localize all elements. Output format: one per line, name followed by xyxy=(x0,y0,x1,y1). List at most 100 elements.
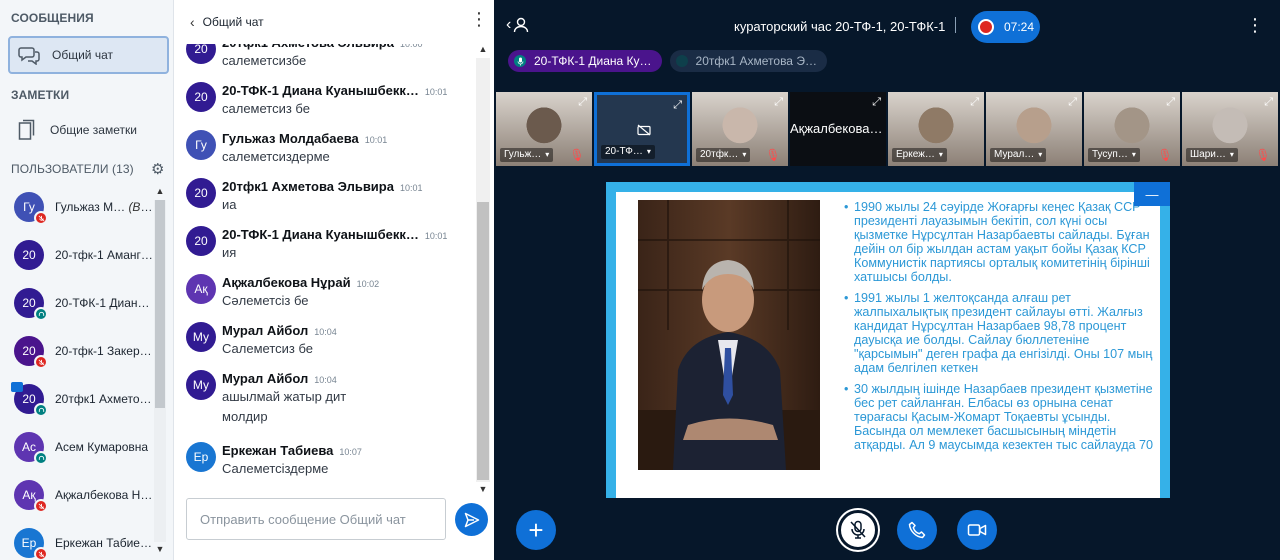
options-kebab-icon[interactable]: ⋮ xyxy=(1246,16,1264,34)
video-tile[interactable]: ⤢ Тусуп… ▾ 🎙 xyxy=(1084,92,1180,166)
recording-indicator[interactable]: 07:24 xyxy=(971,11,1040,43)
user-list-item[interactable]: 20 20-ТФК-1 Диана… xyxy=(14,286,154,321)
mic-icon xyxy=(514,55,526,67)
muted-mic-icon xyxy=(34,547,48,560)
avatar: Му xyxy=(186,322,216,352)
user-list-item[interactable]: Ер Еркежан Табие… xyxy=(14,526,154,560)
avatar: Ақ xyxy=(186,274,216,304)
user-name-text: 20тфк1 Ахметов… xyxy=(55,392,153,406)
chevron-down-icon: ▾ xyxy=(1131,150,1136,159)
message-header: Ақжалбекова Нұрай 10:02 xyxy=(222,274,379,292)
slide-bullet: 1990 жылы 24 сәуірде Жоғарғы кеңес Қазақ… xyxy=(844,200,1156,284)
toggle-userlist-button[interactable]: ‹ xyxy=(506,16,529,34)
scroll-thumb[interactable] xyxy=(155,200,165,408)
unmute-button[interactable] xyxy=(838,510,878,550)
message-text: салеметсиздерме xyxy=(222,149,330,164)
video-tile-name-text: Шари… xyxy=(1190,149,1226,160)
chat-message-input[interactable] xyxy=(186,498,446,540)
talking-indicator: 20-ТФК-1 Диана Ку… 20тфк1 Ахметова Э… xyxy=(508,50,835,72)
message-text: молдир xyxy=(222,409,268,424)
slide-bullet: 1991 жылы 1 желтоқсанда алғаш рет жалпых… xyxy=(844,291,1156,375)
send-message-button[interactable] xyxy=(455,503,488,536)
expand-icon[interactable]: ⤢ xyxy=(1166,96,1175,109)
video-tile[interactable]: ⤢ Шари… ▾ 🎙 xyxy=(1182,92,1278,166)
message-sender: 20-ТФК-1 Диана Куанышбекк… xyxy=(222,227,419,242)
video-tile[interactable]: ⤢ Еркеж… ▾ xyxy=(888,92,984,166)
message-sender: Мурал Айбол xyxy=(222,323,309,338)
kebab-menu-icon[interactable]: ⋮ xyxy=(470,10,488,28)
user-name: Асем Кумаровна xyxy=(55,440,148,454)
muted-mic-icon: 🎙 xyxy=(765,148,781,162)
expand-icon[interactable]: ⤢ xyxy=(578,96,587,109)
talker-dot xyxy=(675,55,688,67)
video-tile-name[interactable]: 20-ТФ… ▾ xyxy=(601,145,655,159)
message-text: Сәлеметсіз бе xyxy=(222,293,309,308)
scroll-up-arrow-icon[interactable]: ▲ xyxy=(153,186,167,196)
avatar: 20 xyxy=(186,82,216,112)
user-name-text: 20-ТФК-1 Диана… xyxy=(55,296,153,310)
video-tile[interactable]: ⤢ Ақжалбекова … xyxy=(790,92,886,166)
video-tile[interactable]: ⤢ Гульж… ▾ 🎙 xyxy=(496,92,592,166)
expand-icon[interactable]: ⤢ xyxy=(970,96,979,109)
scroll-down-arrow-icon[interactable]: ▼ xyxy=(476,484,490,494)
leave-audio-button[interactable] xyxy=(897,510,937,550)
minimize-presentation-button[interactable]: — xyxy=(1134,182,1170,206)
presenter-icon xyxy=(11,382,23,392)
chat-header: ‹ Общий чат ⋮ xyxy=(174,0,494,44)
user-name-text: 20-тфк-1 Закеро… xyxy=(55,344,153,358)
user-list-item[interactable]: Ақ Ақжалбекова Н… xyxy=(14,478,154,513)
message-time: 10:07 xyxy=(339,447,362,457)
talker-indicator[interactable]: 20-ТФК-1 Диана Ку… xyxy=(508,50,662,72)
video-tile[interactable]: ⤢ 20-ТФ… ▾ xyxy=(594,92,690,166)
expand-icon[interactable]: ⤢ xyxy=(1068,96,1077,109)
shared-notes-item[interactable]: Общие заметки xyxy=(8,112,169,148)
chevron-down-icon: ▾ xyxy=(1038,150,1043,159)
user-list-item[interactable]: 20 20-тфк-1 Закеро… xyxy=(14,334,154,369)
message-text: ашылмай жатыр дит xyxy=(222,389,347,404)
scroll-down-arrow-icon[interactable]: ▼ xyxy=(153,544,167,554)
chat-scrollbar[interactable]: ▲ ▼ xyxy=(476,44,490,498)
scroll-thumb[interactable] xyxy=(477,202,489,480)
expand-icon[interactable]: ⤢ xyxy=(872,96,881,109)
chat-title[interactable]: Общий чат xyxy=(203,15,264,29)
video-tile-name[interactable]: Тусуп… ▾ xyxy=(1088,148,1140,162)
video-tile-name-text: 20-ТФ… xyxy=(605,146,643,157)
user-list-item[interactable]: Гу Гульжаз М… (Вы) xyxy=(14,190,154,225)
title-divider xyxy=(955,17,956,33)
plus-icon: + xyxy=(528,515,544,545)
main-area: ‹ кураторский час 20-ТФ-1, 20-ТФК-1 07:2… xyxy=(494,0,1280,560)
video-tile-name[interactable]: Гульж… ▾ xyxy=(500,148,554,162)
scroll-up-arrow-icon[interactable]: ▲ xyxy=(476,44,490,54)
public-chat-item[interactable]: Общий чат xyxy=(8,36,169,74)
fullscreen-icon[interactable]: ⤢ xyxy=(1150,478,1160,493)
share-webcam-button[interactable] xyxy=(957,510,997,550)
video-tile-name: Ақжалбекова … xyxy=(790,121,886,136)
userlist-scrollbar[interactable]: ▲ ▼ xyxy=(153,186,167,556)
user-list-item[interactable]: Ас Асем Кумаровна xyxy=(14,430,154,465)
user-name: 20тфк1 Ахметов… xyxy=(55,392,153,406)
actions-button[interactable]: + xyxy=(516,510,556,550)
message-header: 20-ТФК-1 Диана Куанышбекк… 10:01 xyxy=(222,226,447,244)
video-tile[interactable]: ⤢ 20тфк… ▾ 🎙 xyxy=(692,92,788,166)
video-tile-name[interactable]: Мурал… ▾ xyxy=(990,148,1047,162)
expand-icon[interactable]: ⤢ xyxy=(774,96,783,109)
video-tile[interactable]: ⤢ Мурал… ▾ xyxy=(986,92,1082,166)
expand-icon[interactable]: ⤢ xyxy=(1264,96,1273,109)
send-icon xyxy=(464,512,479,527)
shared-notes-label: Общие заметки xyxy=(50,123,137,137)
user-list-item[interactable]: 20 20тфк1 Ахметов… xyxy=(11,382,154,417)
message-header: Мурал Айбол 10:04 xyxy=(222,370,337,388)
video-tile-name[interactable]: Еркеж… ▾ xyxy=(892,148,947,162)
video-tile-name[interactable]: Шари… ▾ xyxy=(1186,148,1238,162)
avatar: 20 xyxy=(14,240,44,270)
user-list-item[interactable]: 20 20-тфк-1 Аманг… xyxy=(14,238,154,272)
user-name: Гульжаз М… (Вы) xyxy=(55,200,153,214)
talker-indicator[interactable]: 20тфк1 Ахметова Э… xyxy=(669,50,827,72)
chevron-left-icon[interactable]: ‹ xyxy=(190,14,195,30)
video-tile-name[interactable]: 20тфк… ▾ xyxy=(696,148,751,162)
chat-message: 20 20-ТФК-1 Диана Куанышбекк… 10:01 ия xyxy=(186,226,476,270)
expand-icon[interactable]: ⤢ xyxy=(673,99,682,112)
avatar: 20 xyxy=(14,288,48,321)
public-chat-label: Общий чат xyxy=(52,48,113,62)
gear-icon[interactable]: ⚙ xyxy=(151,160,164,178)
